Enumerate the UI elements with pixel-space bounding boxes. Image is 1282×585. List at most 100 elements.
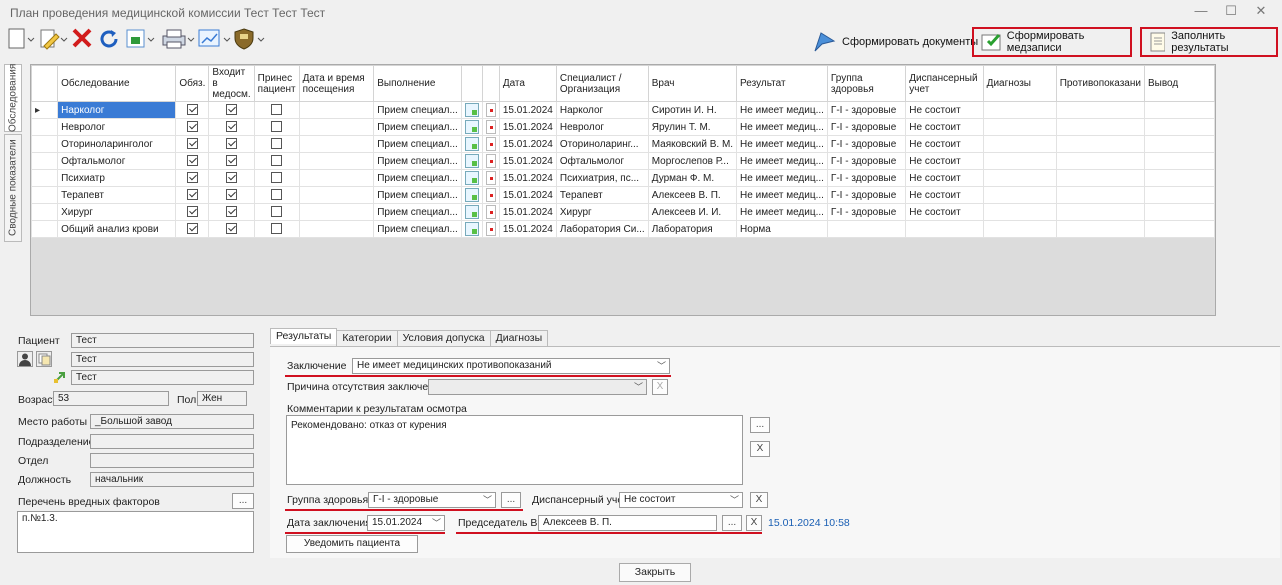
cell-contra[interactable] [1055, 118, 1145, 136]
checkbox-cell[interactable] [208, 186, 255, 204]
cell-exam[interactable]: Невролог [57, 118, 177, 136]
cell-visit[interactable] [298, 152, 375, 170]
cell-diag[interactable] [982, 135, 1057, 153]
checkbox[interactable] [271, 172, 283, 184]
cell-exam[interactable]: Нарколог [57, 101, 177, 119]
open-doc-cell[interactable] [460, 118, 483, 136]
cell-exam[interactable]: Офтальмолог [57, 152, 177, 170]
col-disp[interactable]: Диспансерный учет [905, 65, 984, 102]
col-group[interactable]: Группа здоровья [826, 65, 907, 102]
close-button[interactable]: Закрыть [619, 563, 691, 582]
row-selector[interactable] [30, 169, 59, 187]
col-visit[interactable]: Дата и время посещения [298, 65, 375, 102]
table-row[interactable]: Оториноларинголог Прием специал... 15.01.2… [30, 135, 1216, 153]
marker-icon[interactable] [485, 222, 496, 236]
checkbox-cell[interactable] [208, 220, 255, 238]
cell-contra[interactable] [1055, 135, 1145, 153]
make-records-button[interactable]: Сформировать медзаписи [972, 27, 1132, 57]
open-doc-icon[interactable] [464, 222, 479, 236]
checkbox-cell[interactable] [175, 152, 210, 170]
make-documents-button[interactable]: Сформировать документы [806, 27, 984, 57]
checkbox[interactable] [186, 172, 198, 184]
cell-visit[interactable] [298, 101, 375, 119]
checkbox[interactable] [226, 206, 238, 218]
cell-exec[interactable]: Прием специал... [373, 169, 462, 187]
cell-concl[interactable] [1143, 135, 1216, 153]
age-field[interactable]: 53 [53, 391, 169, 406]
open-doc-cell[interactable] [460, 169, 483, 187]
cell-visit[interactable] [298, 203, 375, 221]
cell-doctor[interactable]: Сиротин И. Н. [647, 101, 738, 119]
checkbox-cell[interactable] [175, 203, 210, 221]
open-doc-icon[interactable] [464, 103, 479, 117]
cell-disp[interactable]: Не состоит [905, 101, 984, 119]
cell-exam[interactable]: Психиатр [57, 169, 177, 187]
cell-diag[interactable] [982, 152, 1057, 170]
col-concl[interactable]: Вывод [1143, 65, 1216, 102]
checkbox[interactable] [226, 155, 238, 167]
row-selector[interactable] [30, 135, 59, 153]
checkbox-cell[interactable] [253, 101, 300, 119]
cell-disp[interactable]: Не состоит [905, 118, 984, 136]
cell-exec[interactable]: Прием специал... [373, 152, 462, 170]
health-group-dots-button[interactable]: ... [501, 492, 521, 508]
refresh-button[interactable] [96, 26, 122, 52]
cell-diag[interactable] [982, 220, 1057, 238]
table-row[interactable]: Невролог Прием специал... 15.01.2024 Неврол… [30, 118, 1216, 136]
row-selector[interactable] [30, 118, 59, 136]
health-group-select[interactable]: Г-I - здоровые ﹀ [368, 492, 496, 508]
marker-cell[interactable] [481, 203, 500, 221]
cell-contra[interactable] [1055, 220, 1145, 238]
marker-icon[interactable] [485, 171, 496, 185]
checkbox[interactable] [271, 138, 283, 150]
checkbox[interactable] [226, 223, 238, 235]
checkbox-cell[interactable] [208, 169, 255, 187]
checkbox[interactable] [186, 121, 198, 133]
position-field[interactable]: начальник [90, 472, 254, 487]
cell-visit[interactable] [298, 169, 375, 187]
cell-contra[interactable] [1055, 101, 1145, 119]
cell-date[interactable]: 15.01.2024 [498, 135, 557, 153]
checkbox[interactable] [186, 138, 198, 150]
disp-select[interactable]: Не состоит ﹀ [619, 492, 743, 508]
side-tab-summary[interactable]: Сводные показатели [4, 134, 22, 242]
cell-diag[interactable] [982, 186, 1057, 204]
checkbox[interactable] [186, 155, 198, 167]
cell-exam[interactable]: Общий анализ крови [57, 220, 177, 238]
cell-exam[interactable]: Терапевт [57, 186, 177, 204]
cell-result[interactable]: Не имеет медиц... [736, 169, 828, 187]
col-exam[interactable]: Обследование [57, 65, 177, 102]
open-doc-cell[interactable] [460, 101, 483, 119]
cell-exec[interactable]: Прием специал... [373, 101, 462, 119]
cell-date[interactable]: 15.01.2024 [498, 203, 557, 221]
cell-result[interactable]: Не имеет медиц... [736, 135, 828, 153]
cell-date[interactable]: 15.01.2024 [498, 220, 557, 238]
marker-icon[interactable] [485, 154, 496, 168]
marker-cell[interactable] [481, 186, 500, 204]
comments-dots-button[interactable]: ... [750, 417, 770, 433]
close-window-button[interactable]: ✕ [1246, 2, 1276, 20]
cell-result[interactable]: Не имеет медиц... [736, 186, 828, 204]
factors-field[interactable]: п.№1.3. [17, 511, 254, 553]
absence-select[interactable]: ﹀ [428, 379, 647, 395]
cell-spec[interactable]: Офтальмолог [555, 152, 649, 170]
cell-diag[interactable] [982, 118, 1057, 136]
cell-disp[interactable]: Не состоит [905, 135, 984, 153]
checkbox-cell[interactable] [175, 186, 210, 204]
marker-icon[interactable] [485, 103, 496, 117]
col-doctor[interactable]: Врач [647, 65, 738, 102]
row-selector[interactable] [30, 186, 59, 204]
checkbox[interactable] [186, 206, 198, 218]
minimize-button[interactable]: — [1186, 2, 1216, 20]
cell-exec[interactable]: Прием специал... [373, 220, 462, 238]
maximize-button[interactable]: ☐ [1216, 2, 1246, 20]
cell-date[interactable]: 15.01.2024 [498, 118, 557, 136]
cell-concl[interactable] [1143, 101, 1216, 119]
cell-visit[interactable] [298, 135, 375, 153]
open-doc-cell[interactable] [460, 203, 483, 221]
open-doc-icon[interactable] [464, 171, 479, 185]
cell-date[interactable]: 15.01.2024 [498, 101, 557, 119]
cell-group[interactable]: Г-I - здоровые [826, 186, 907, 204]
marker-cell[interactable] [481, 169, 500, 187]
cell-doctor[interactable]: Лаборатория [647, 220, 738, 238]
